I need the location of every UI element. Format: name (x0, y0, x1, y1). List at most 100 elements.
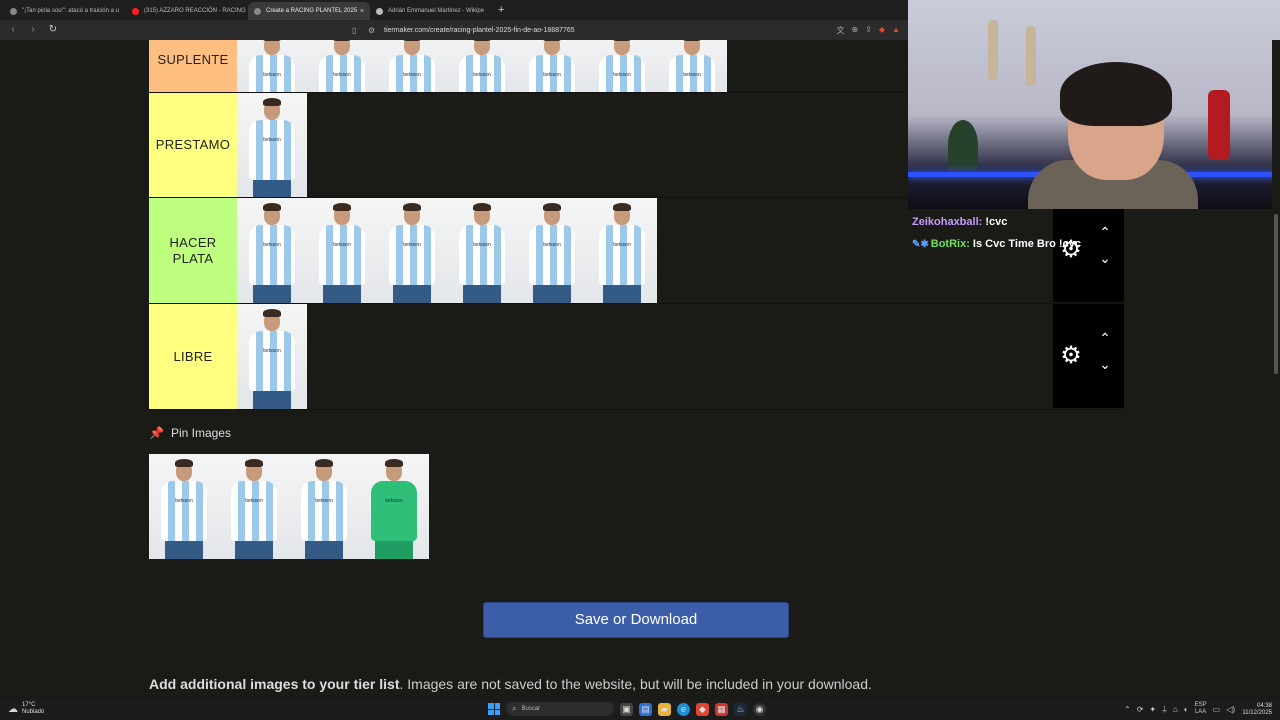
network-icon[interactable]: ▭ (1213, 705, 1221, 714)
save-download-button[interactable]: Save or Download (483, 602, 789, 638)
site-info-icon[interactable]: ⚙ (368, 26, 378, 35)
brave-icon[interactable]: ◆ (696, 702, 709, 716)
tray-app-icon[interactable]: ◐ (1184, 705, 1189, 714)
extension-icon[interactable]: ◆ (879, 25, 885, 36)
alert-icon[interactable]: ▲ (892, 25, 900, 36)
windows-start-icon[interactable] (488, 703, 500, 715)
chat-username: Zeikohaxball: (912, 216, 983, 228)
player-head (474, 40, 490, 55)
player-image[interactable]: betsson (237, 93, 307, 197)
address-bar: ‹ › ↻ ▯ ⚙ tiermaker.com/create/racing-pl… (0, 20, 910, 40)
gear-icon[interactable]: ⚙ (1059, 344, 1083, 368)
player-image[interactable]: betsson (219, 454, 289, 559)
player-shorts (463, 284, 501, 303)
player-hair (175, 459, 193, 467)
task-view-icon[interactable]: ▣ (620, 702, 633, 716)
player-hair (263, 98, 281, 106)
tray-chevron-up-icon[interactable]: ⌃ (1124, 705, 1131, 714)
share-icon[interactable]: ⇪ (865, 25, 872, 36)
browser-tab-active[interactable]: Create a RACING PLANTEL 2025 × (248, 2, 370, 20)
player-image[interactable]: betsson (307, 40, 377, 92)
browser-tab[interactable]: Adrián Emmanuel Martínez - Wikipe (370, 2, 492, 20)
url-text: tiermaker.com/create/racing-plantel-2025… (384, 26, 575, 34)
obs-icon[interactable]: ◉ (753, 702, 766, 716)
translate-icon[interactable]: 文 (837, 25, 845, 36)
back-icon[interactable]: ‹ (6, 23, 20, 37)
tray-app-icon[interactable]: ⌂ (1173, 705, 1178, 714)
shirt-sponsor: betsson (403, 242, 421, 248)
taskbar-search[interactable]: ⌕ Buscar (506, 702, 614, 716)
player-image[interactable]: betsson (149, 454, 219, 559)
weather-temp: 17°C (22, 702, 36, 708)
mic-icon[interactable]: ⍊ (1162, 704, 1167, 714)
clock-date: 11/12/2025 (1242, 710, 1272, 716)
player-image[interactable]: betsson (587, 198, 657, 303)
browser-tab[interactable]: "¡Tan piola sos!": atacó a traición a u (4, 2, 126, 20)
scrollbar-thumb[interactable] (1274, 214, 1278, 374)
player-image[interactable]: betsson (447, 40, 517, 92)
calendar-app-icon[interactable]: ▦ (715, 702, 728, 716)
player-image[interactable]: betsson (307, 198, 377, 303)
player-hair (315, 459, 333, 467)
widgets-icon[interactable]: ▤ (639, 702, 652, 716)
language-indicator[interactable]: ESP LAA (1195, 702, 1207, 716)
weather-widget[interactable]: ☁ 17°C Nublado (8, 702, 44, 716)
player-head (404, 40, 420, 55)
shirt-sponsor: betsson (683, 72, 701, 78)
player-hair (385, 459, 403, 467)
reload-icon[interactable]: ↻ (46, 23, 60, 37)
shirt-sponsor: betsson (613, 72, 631, 78)
chevron-down-icon[interactable]: ⌄ (1097, 251, 1113, 265)
player-image[interactable]: betsson (517, 40, 587, 92)
page-scrollbar[interactable] (1272, 40, 1280, 700)
player-shorts (235, 540, 273, 559)
chevron-down-icon[interactable]: ⌄ (1097, 357, 1113, 371)
player-image[interactable]: betsson (237, 40, 307, 92)
file-explorer-icon[interactable]: ▰ (658, 702, 671, 716)
tier-label[interactable]: LIBRE (149, 304, 237, 409)
shirt-sponsor: betsson (403, 72, 421, 78)
player-shirt (301, 481, 347, 541)
volume-icon[interactable]: ◁) (1226, 705, 1235, 714)
player-image[interactable]: betsson (237, 304, 307, 409)
tier-label[interactable]: HACER PLATA (149, 198, 237, 303)
pin-images-section: 📌 Pin Images betsson betsson betsson betsso… (149, 426, 429, 559)
taskbar-clock[interactable]: 04:38 11/12/2025 (1236, 703, 1272, 717)
chat-message: ✎✱ BotRix: Is Cvc Time Bro !cvc (912, 236, 1087, 258)
chevron-up-icon[interactable]: ⌃ (1097, 225, 1113, 239)
player-image[interactable]: betsson (377, 40, 447, 92)
browser-tab[interactable]: (315) AZZARO REACCIÓN - RACING (126, 2, 248, 20)
close-tab-icon[interactable]: × (360, 8, 364, 15)
favicon-icon (10, 7, 17, 15)
url-field[interactable]: ▯ ⚙ tiermaker.com/create/racing-plantel-… (352, 22, 900, 38)
zoom-icon[interactable]: ⊕ (852, 25, 859, 36)
player-hair (473, 203, 491, 211)
language-code: ESP (1194, 702, 1207, 708)
player-image[interactable]: betsson (377, 198, 447, 303)
edge-icon[interactable]: e (677, 702, 690, 716)
shirt-sponsor: betsson (473, 242, 491, 248)
bookmark-icon[interactable]: ▯ (352, 26, 362, 35)
player-hair (473, 40, 491, 41)
microphone (1208, 90, 1230, 160)
player-image[interactable]: betsson (447, 198, 517, 303)
forward-icon[interactable]: › (26, 23, 40, 37)
tier-label[interactable]: SUPLENTE (149, 40, 237, 92)
chevron-up-icon[interactable]: ⌃ (1097, 331, 1113, 345)
player-shorts (323, 284, 361, 303)
player-shorts (533, 284, 571, 303)
player-hair (613, 40, 631, 41)
player-image[interactable]: betsson (237, 198, 307, 303)
player-image[interactable]: betsson (289, 454, 359, 559)
player-image[interactable]: betsson (657, 40, 727, 92)
new-tab-button[interactable]: + (498, 4, 504, 16)
tier-label[interactable]: PRESTAMO (149, 93, 237, 197)
tray-app-icon[interactable]: ✦ (1149, 705, 1156, 714)
player-shorts (603, 284, 641, 303)
player-image[interactable]: betsson (359, 454, 429, 559)
player-image[interactable]: betsson (587, 40, 657, 92)
steam-icon[interactable]: ♨ (734, 702, 747, 716)
tray-app-icon[interactable]: ⟳ (1137, 705, 1144, 714)
pin-images-tray: betsson betsson betsson betsson (149, 454, 429, 559)
player-image[interactable]: betsson (517, 198, 587, 303)
